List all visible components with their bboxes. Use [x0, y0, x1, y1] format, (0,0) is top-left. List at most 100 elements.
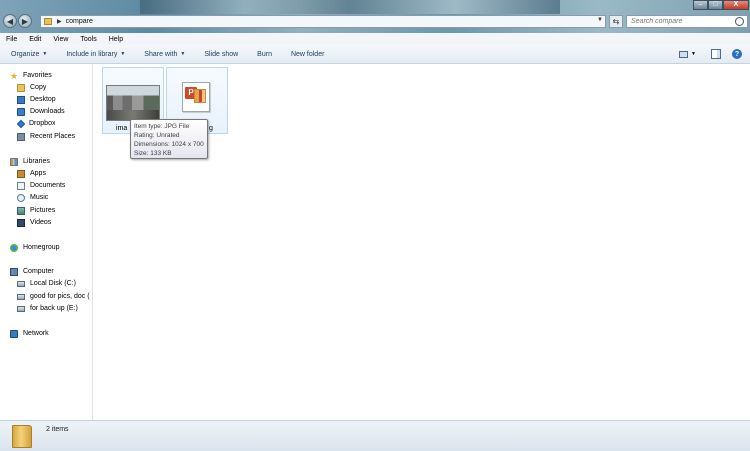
breadcrumb-separator-icon[interactable]: ▶ [57, 18, 62, 25]
sidebar-item-label: Favorites [23, 72, 52, 79]
sidebar-item-homegroup[interactable]: Homegroup [10, 242, 60, 253]
image-thumbnail [106, 85, 160, 121]
organize-label: Organize [11, 50, 40, 58]
refresh-button[interactable]: ⇆ [609, 15, 623, 28]
recent-places-icon [17, 132, 25, 141]
sidebar-item-music[interactable]: Music [17, 192, 48, 203]
sidebar-item-desktop[interactable]: Desktop [17, 94, 56, 105]
search-box[interactable] [626, 15, 748, 28]
sidebar-item-label: Documents [30, 182, 66, 189]
sidebar-item-good-for-pics[interactable]: good for pics, doc ( [17, 291, 92, 302]
pictures-icon [17, 206, 25, 215]
downloads-icon [17, 107, 25, 116]
network-icon [10, 329, 18, 338]
close-button[interactable]: X [723, 0, 749, 10]
sidebar-item-label: Computer [23, 268, 54, 275]
new-folder-button[interactable]: New folder [291, 51, 324, 58]
sidebar-item-label: Apps [30, 170, 46, 177]
tooltip-item-type: Item type: JPG File [134, 123, 190, 130]
command-bar: Organize ▼ Include in library ▼ Share with… [0, 45, 750, 64]
sidebar-item-label: Recent Places [30, 133, 76, 140]
menu-view[interactable]: View [53, 36, 68, 43]
item-count: 2 items [46, 426, 69, 433]
file-list[interactable]: ima P g [94, 64, 750, 420]
chevron-down-icon: ▼ [120, 51, 126, 57]
search-input[interactable] [631, 18, 731, 25]
minimize-button[interactable]: – [693, 0, 708, 10]
forward-arrow-icon: ▶ [21, 16, 29, 26]
drive-icon [17, 280, 25, 287]
include-in-library-button[interactable]: Include in library ▼ [66, 51, 125, 58]
slide-show-button[interactable]: Slide show [204, 51, 238, 58]
sidebar-item-label: Desktop [30, 96, 56, 103]
sidebar-item-downloads[interactable]: Downloads [17, 106, 65, 117]
maximize-button[interactable]: □ [708, 0, 723, 10]
forward-button[interactable]: ▶ [18, 14, 32, 28]
share-with-button[interactable]: Share with ▼ [144, 51, 185, 58]
chevron-down-icon: ▼ [42, 51, 48, 57]
burn-button[interactable]: Burn [257, 51, 272, 58]
menu-file[interactable]: File [6, 36, 17, 43]
preview-pane-icon[interactable] [711, 49, 721, 59]
change-view-button[interactable]: ▼ [679, 48, 699, 60]
menu-tools[interactable]: Tools [80, 36, 96, 43]
address-dropdown-icon[interactable]: ▼ [597, 17, 603, 23]
sidebar-item-label: for back up (E:) [30, 305, 78, 312]
address-bar[interactable]: ▶ compare ▼ [40, 15, 606, 28]
tooltip-rating: Rating: Unrated [134, 132, 180, 139]
file-name: ima [116, 125, 128, 132]
dropbox-icon [17, 119, 26, 128]
sidebar-item-dropbox[interactable]: Dropbox [17, 118, 55, 129]
back-button[interactable]: ◀ [3, 14, 17, 28]
menu-bar: File Edit View Tools Help [0, 33, 750, 45]
refresh-icon: ⇆ [612, 17, 620, 26]
sidebar-item-documents[interactable]: Documents [17, 180, 65, 191]
search-icon[interactable] [735, 17, 744, 26]
drive-icon [17, 293, 25, 300]
sidebar-item-label: Homegroup [23, 244, 60, 251]
help-icon[interactable]: ? [732, 49, 742, 59]
desktop-icon [17, 95, 25, 104]
drive-icon [17, 305, 25, 312]
details-pane: 2 items [0, 420, 750, 451]
organize-button[interactable]: Organize ▼ [11, 51, 47, 58]
sidebar-item-label: Downloads [30, 108, 65, 115]
sidebar-item-network[interactable]: Network [10, 328, 49, 339]
navigation-pane: ★ Favorites Copy Desktop Downloads Dropbo… [0, 64, 93, 420]
include-in-library-label: Include in library [66, 50, 118, 58]
sidebar-item-label: Copy [30, 84, 47, 91]
menu-help[interactable]: Help [109, 36, 123, 43]
breadcrumb-compare[interactable]: compare [66, 18, 93, 25]
sidebar-item-favorites[interactable]: ★ Favorites [10, 70, 52, 81]
sidebar-item-recent-places[interactable]: Recent Places [17, 131, 75, 142]
folder-icon [44, 18, 52, 25]
chevron-down-icon: ▼ [691, 51, 696, 57]
videos-icon [17, 218, 25, 227]
sidebar-item-label: Music [30, 194, 49, 201]
menu-edit[interactable]: Edit [29, 36, 41, 43]
sidebar-item-apps[interactable]: Apps [17, 168, 46, 179]
sidebar-item-label: Libraries [23, 158, 50, 165]
music-icon [17, 193, 25, 202]
file-name: g [209, 125, 213, 132]
libraries-icon [10, 157, 18, 166]
chart-icon [194, 89, 206, 103]
sidebar-item-videos[interactable]: Videos [17, 217, 51, 228]
sidebar-item-label: Videos [30, 219, 52, 226]
sidebar-item-label: Network [23, 330, 49, 337]
sidebar-item-for-back-up[interactable]: for back up (E:) [17, 303, 92, 314]
apps-icon [17, 169, 25, 178]
back-arrow-icon: ◀ [6, 16, 14, 26]
folder-icon [12, 425, 32, 448]
sidebar-item-copy[interactable]: Copy [17, 82, 46, 93]
sidebar-item-label: Local Disk (C:) [30, 280, 76, 287]
folder-icon [17, 83, 25, 92]
chevron-down-icon: ▼ [180, 51, 186, 57]
sidebar-item-local-disk[interactable]: Local Disk (C:) [17, 278, 92, 289]
sidebar-item-computer[interactable]: Computer [10, 266, 54, 277]
sidebar-item-pictures[interactable]: Pictures [17, 205, 55, 216]
homegroup-icon [10, 243, 18, 252]
sidebar-item-libraries[interactable]: Libraries [10, 156, 50, 167]
sidebar-item-label: Dropbox [29, 120, 56, 127]
file-info-tooltip: Item type: JPG File Rating: Unrated Dime… [130, 119, 208, 159]
